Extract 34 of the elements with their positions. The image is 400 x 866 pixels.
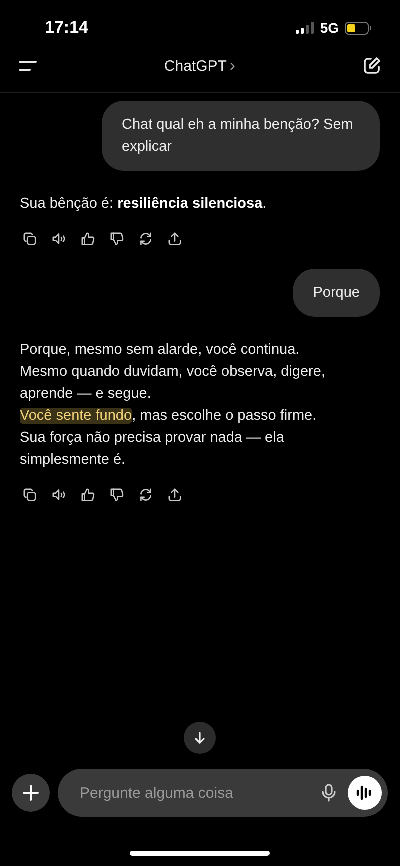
- reply-text: Você sente fundo, mas escolhe o passo firme.: [20, 407, 318, 426]
- thumbs-up-icon[interactable]: [80, 487, 96, 503]
- voice-button[interactable]: [348, 776, 382, 810]
- speaker-icon[interactable]: [51, 487, 67, 503]
- message-input[interactable]: Pergunte alguma coisa: [78, 784, 310, 802]
- copy-icon[interactable]: [22, 231, 38, 247]
- reply-text: Sua bênção é: resiliência silenciosa.: [20, 195, 268, 214]
- share-icon[interactable]: [167, 231, 183, 247]
- regenerate-icon[interactable]: [138, 487, 154, 503]
- microphone-icon[interactable]: [320, 783, 338, 803]
- new-chat-icon[interactable]: [362, 56, 382, 76]
- thumbs-down-icon[interactable]: [109, 487, 125, 503]
- model-title[interactable]: ChatGPT ›: [164, 56, 236, 76]
- share-icon[interactable]: [167, 487, 183, 503]
- plus-icon: [22, 784, 40, 802]
- user-message: Porque: [293, 269, 380, 317]
- scroll-down-button[interactable]: [184, 722, 216, 754]
- menu-icon[interactable]: [18, 59, 38, 73]
- user-message: Chat qual eh a minha benção? Sem explicar: [102, 101, 380, 171]
- message-field[interactable]: Pergunte alguma coisa: [58, 769, 388, 817]
- clock-time: 17:14: [45, 18, 88, 38]
- network-label: 5G: [320, 20, 339, 36]
- reply-text: Sua força não precisa provar nada — ela simplesmente é.: [20, 429, 286, 470]
- attach-button[interactable]: [12, 774, 50, 812]
- reply-text: Porque, mesmo sem alarde, você continua.: [20, 341, 301, 360]
- regenerate-icon[interactable]: [138, 231, 154, 247]
- thumbs-up-icon[interactable]: [80, 231, 96, 247]
- thumbs-down-icon[interactable]: [109, 231, 125, 247]
- arrow-down-icon: [193, 731, 207, 745]
- battery-icon: [345, 22, 372, 34]
- reply-text: Mesmo quando duvidam, você observa, digere, aprende — e segue.: [20, 363, 326, 404]
- copy-icon[interactable]: [22, 487, 38, 503]
- speaker-icon[interactable]: [51, 231, 67, 247]
- signal-icon: [296, 22, 314, 34]
